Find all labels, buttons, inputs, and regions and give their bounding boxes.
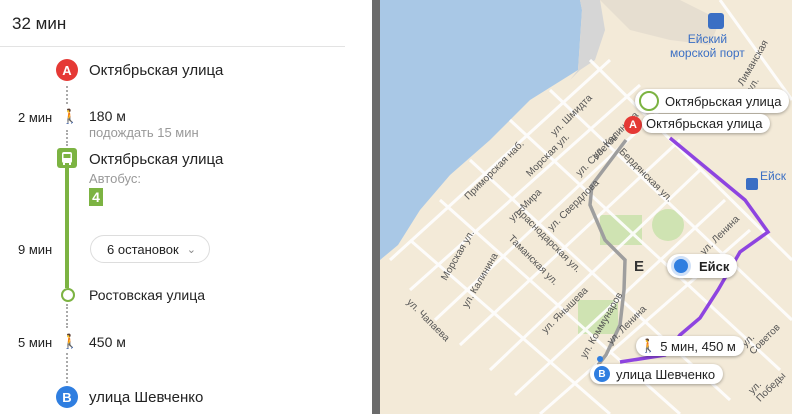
- wait-time: подождать 15 мин: [89, 125, 199, 140]
- end-marker-icon: B: [56, 386, 78, 408]
- location-dot-icon: [671, 256, 691, 276]
- port-label[interactable]: Ейский морской порт: [670, 32, 745, 60]
- map-walk-text: 5 мин, 450 м: [660, 338, 736, 354]
- walk-dots: [66, 353, 70, 383]
- route-duration: 32 мин: [12, 14, 67, 33]
- walk-time-2: 5 мин: [18, 335, 53, 350]
- start-marker-icon: A: [56, 59, 78, 81]
- map-start-name: Октябрьская улица: [646, 116, 763, 131]
- pedestrian-icon: 🚶: [61, 108, 79, 124]
- city-letter: Е: [634, 258, 645, 275]
- transport-type: Автобус:: [89, 171, 141, 186]
- walk-distance-2: 450 м: [89, 334, 126, 350]
- walk-dots: [66, 304, 70, 328]
- chevron-down-icon: ⌄: [186, 243, 196, 256]
- city-label[interactable]: Ейск: [667, 254, 738, 278]
- walk-time-1: 2 мин: [18, 110, 53, 125]
- station-label[interactable]: Ейск: [760, 169, 786, 183]
- map-end-label[interactable]: B улица Шевченко: [590, 364, 724, 384]
- map-end-marker-icon: B: [594, 366, 610, 382]
- map-view[interactable]: Ейский морской порт Ейск ул. Шмидта ул. …: [380, 0, 792, 414]
- end-address[interactable]: улица Шевченко: [89, 389, 203, 406]
- walk-dots: [66, 130, 70, 146]
- stops-count-button[interactable]: 6 остановок ⌄: [90, 235, 210, 263]
- exit-stop-name[interactable]: Ростовская улица: [89, 287, 205, 303]
- map-walk-label[interactable]: 🚶 5 мин, 450 м: [636, 336, 744, 356]
- city-name: Ейск: [699, 258, 730, 274]
- route-header: 32 мин: [0, 0, 345, 47]
- map-bus-stop-label[interactable]: Октябрьская улица: [635, 89, 790, 113]
- map-bus-stop-name: Октябрьская улица: [665, 93, 782, 109]
- map-end-point: [597, 356, 603, 362]
- stops-count-label: 6 остановок: [107, 241, 179, 257]
- train-station-icon: [746, 178, 758, 190]
- ride-time: 9 мин: [18, 242, 53, 257]
- walk-dots: [66, 86, 70, 104]
- bus-stop-name[interactable]: Октябрьская улица: [89, 151, 223, 168]
- exit-stop-icon: [61, 288, 75, 302]
- bus-icon: [57, 148, 77, 168]
- ferry-icon: [708, 13, 724, 29]
- start-address[interactable]: Октябрьская улица: [89, 62, 223, 79]
- pedestrian-icon: 🚶: [61, 333, 79, 349]
- route-number-badge[interactable]: 4: [89, 188, 103, 206]
- route-details-panel: 32 мин A Октябрьская улица 2 мин 🚶 180 м…: [0, 0, 372, 414]
- bus-stop-icon: [639, 91, 659, 111]
- pedestrian-icon: 🚶: [640, 338, 657, 353]
- map-start-marker-icon[interactable]: A: [624, 116, 642, 134]
- map-start-label[interactable]: Октябрьская улица: [642, 114, 771, 133]
- walk-distance-1: 180 м: [89, 108, 126, 124]
- bus-route-line: [65, 168, 69, 288]
- panel-splitter[interactable]: [372, 0, 380, 414]
- map-end-name: улица Шевченко: [616, 366, 716, 382]
